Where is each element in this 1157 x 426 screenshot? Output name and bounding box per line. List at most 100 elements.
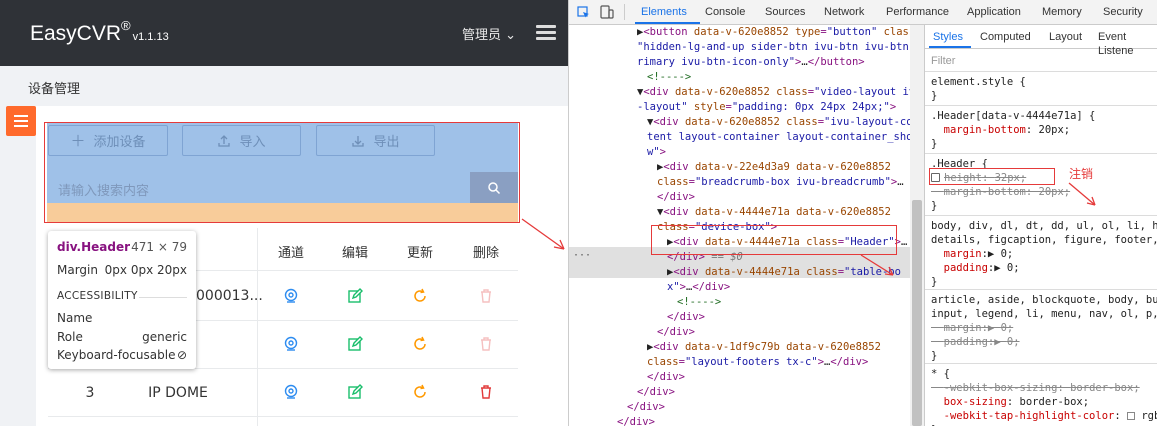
decl-padding[interactable]: padding:▶ 0;	[931, 261, 1020, 275]
dom-line: class="breadcrumb-box ivu-breadcrumb">…	[657, 176, 904, 188]
sider-toggle-button[interactable]	[6, 106, 36, 136]
tab-application[interactable]: Application	[967, 6, 1021, 18]
tab-layout[interactable]: Layout	[1049, 30, 1082, 44]
decl-tap-highlight[interactable]: -webkit-tap-highlight-color: rgba(	[931, 409, 1157, 423]
decl-webkit-box-sizing[interactable]: -webkit-box-sizing: border-box;	[931, 381, 1140, 395]
tooltip-margin-value: 0px 0px 20px	[104, 263, 187, 277]
annotation-box-header	[651, 225, 897, 255]
devtools-panel: Elements Console Sources Network Perform…	[568, 0, 1157, 426]
edit-icon[interactable]	[345, 334, 365, 354]
dom-line: </div>	[637, 386, 675, 398]
toolbar-divider	[624, 4, 625, 20]
decl-margin-bottom-overridden[interactable]: margin-bottom: 20px;	[931, 185, 1070, 199]
edit-icon[interactable]	[345, 286, 365, 306]
decl-margin-overridden[interactable]: margin:▶ 0;	[931, 321, 1014, 335]
col-header-delete: 删除	[472, 245, 499, 261]
decl-margin[interactable]: margin:▶ 0;	[931, 247, 1014, 261]
annotation-arrow	[1068, 182, 1096, 206]
tooltip-focusable-label: Keyboard-focusable	[57, 348, 176, 362]
divider	[925, 153, 1157, 154]
tooltip-element-name: div.Header	[57, 240, 131, 254]
rule-universal: * {	[931, 368, 950, 380]
tab-styles[interactable]: Styles	[933, 30, 963, 44]
dom-line[interactable]: ▼<div data-v-620e8852 class="ivu-layout-…	[647, 115, 913, 130]
more-icon[interactable]: ···	[573, 248, 591, 263]
tab-event-listeners[interactable]: Event Listene	[1098, 30, 1157, 58]
dom-line: -layout" style="padding: 0px 24px 24px;"…	[637, 101, 897, 113]
tab-performance[interactable]: Performance	[886, 6, 949, 18]
dom-line[interactable]: ▼<div data-v-4444e71a data-v-620e8852	[657, 205, 891, 220]
decl-padding-overridden[interactable]: padding:▶ 0;	[931, 335, 1020, 349]
dom-line[interactable]: ▶<div data-v-1df9c79b data-v-620e8852	[647, 340, 881, 355]
tab-network[interactable]: Network	[824, 6, 864, 18]
not-allowed-icon: ⊘	[176, 348, 187, 362]
row3-index: 3	[85, 384, 95, 401]
styles-filter-input[interactable]: Filter	[931, 54, 955, 68]
tooltip-accessibility-heading: ACCESSIBILITY	[57, 290, 138, 302]
rule-close: }	[931, 90, 938, 102]
tooltip-name-label: Name	[57, 311, 93, 325]
refresh-icon[interactable]	[410, 382, 430, 402]
annotation-arrow	[521, 218, 565, 250]
tab-security[interactable]: Security	[1103, 6, 1143, 18]
brand-logo[interactable]: EasyCVR®v1.1.13	[30, 18, 169, 46]
dom-line: <!---->	[647, 71, 692, 83]
dom-line: x">…</div>	[667, 281, 731, 293]
dom-line[interactable]: ▼<div data-v-620e8852 class="video-layou…	[637, 85, 913, 100]
user-menu[interactable]: 管理员 ⌄	[462, 24, 516, 43]
brand-mark: ®	[121, 18, 131, 33]
dom-line: tent layout-container layout-container_s…	[647, 131, 913, 143]
tooltip-role-value: generic	[142, 330, 187, 344]
tab-computed[interactable]: Computed	[980, 30, 1031, 44]
dom-line[interactable]: ▶<button data-v-620e8852 type="button" c…	[637, 25, 913, 40]
dom-line[interactable]: ▶<div data-v-22e4d3a9 data-v-620e8852	[657, 160, 891, 175]
color-swatch-icon[interactable]	[1127, 412, 1135, 420]
dom-line: class="layout-footers tx-c">…</div>	[647, 356, 869, 368]
dom-line: </div>	[657, 326, 695, 338]
tab-elements[interactable]: Elements	[641, 6, 687, 18]
tab-console[interactable]: Console	[705, 6, 745, 18]
channel-icon[interactable]	[281, 382, 301, 402]
top-header-bar: EasyCVR®v1.1.13 管理员 ⌄	[0, 0, 568, 66]
row1-name: 000013...	[196, 288, 263, 304]
refresh-icon[interactable]	[410, 286, 430, 306]
table-divider	[257, 228, 258, 426]
edit-icon[interactable]	[345, 382, 365, 402]
tab-sources[interactable]: Sources	[765, 6, 805, 18]
refresh-icon[interactable]	[410, 334, 430, 354]
elements-scrollbar-thumb[interactable]	[912, 200, 922, 426]
col-header-channel: 通道	[277, 245, 304, 261]
dom-line: </div>	[647, 371, 685, 383]
annotation-box-height	[929, 168, 1055, 185]
decl-box-sizing[interactable]: box-sizing: border-box;	[931, 395, 1089, 409]
rule-reset-selector: input, legend, li, menu, nav, ol, p, se	[931, 308, 1157, 320]
delete-icon[interactable]	[476, 382, 496, 402]
inspect-tooltip: div.Header 471 × 79 Margin 0px 0px 20px …	[48, 231, 196, 369]
menu-icon[interactable]	[536, 25, 556, 40]
annotation-arrow	[860, 254, 894, 276]
dom-line: <!---->	[677, 296, 722, 308]
rule-close: }	[931, 138, 938, 150]
divider	[925, 71, 1157, 72]
tab-memory[interactable]: Memory	[1042, 6, 1082, 18]
device-toolbar-icon[interactable]	[600, 5, 614, 19]
active-tab-indicator	[929, 46, 971, 48]
table-divider	[48, 416, 518, 417]
rule-reset-selector: details, figcaption, figure, footer, he	[931, 234, 1157, 246]
delete-icon[interactable]	[476, 286, 496, 306]
inspect-element-icon[interactable]	[577, 6, 590, 19]
chevron-down-icon: ⌄	[505, 28, 516, 43]
rule-close: }	[931, 276, 938, 288]
user-name: 管理员	[461, 28, 501, 43]
tooltip-divider	[139, 297, 187, 298]
row3-name: IP DOME	[148, 384, 208, 401]
channel-icon[interactable]	[281, 334, 301, 354]
decl-margin-bottom[interactable]: margin-bottom: 20px;	[931, 123, 1070, 137]
dom-line: </div>	[627, 401, 665, 413]
channel-icon[interactable]	[281, 286, 301, 306]
rule-reset-selector: body, div, dl, dt, dd, ul, ol, li, h1,	[931, 220, 1157, 232]
styles-tab-bar: Styles Computed Layout Event Listene	[925, 25, 1157, 57]
elements-tree: ··· ▶<button data-v-620e8852 type="butto…	[569, 25, 913, 426]
delete-icon[interactable]	[476, 334, 496, 354]
active-tab-indicator	[635, 22, 700, 24]
